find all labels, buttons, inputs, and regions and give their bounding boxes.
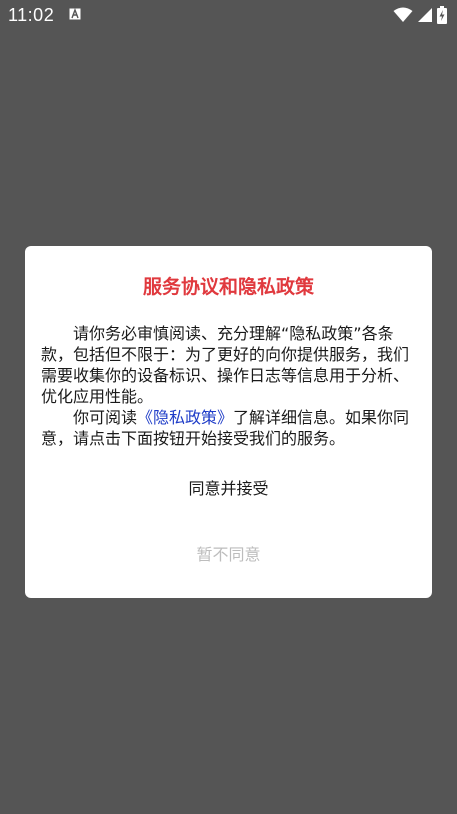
policy-paragraph-2: 你可阅读《隐私政策》了解详细信息。如果你同意，请点击下面按钮开始接受我们的服务。 <box>41 407 417 449</box>
status-time: 11:02 <box>8 5 55 25</box>
wifi-icon <box>393 7 413 22</box>
disagree-button[interactable]: 暂不同意 <box>25 542 432 568</box>
status-icons <box>393 6 447 24</box>
agree-button[interactable]: 同意并接受 <box>25 476 432 502</box>
dialog-title: 服务协议和隐私政策 <box>142 276 314 298</box>
status-bar: 11:02 <box>0 0 457 32</box>
privacy-policy-link[interactable]: 《隐私政策》 <box>137 408 233 427</box>
text-a-icon <box>69 8 81 20</box>
battery-charging-icon <box>437 6 447 24</box>
paragraph-2-prefix: 你可阅读 <box>73 408 138 427</box>
policy-paragraph-1: 请你务必审慎阅读、充分理解“隐私政策”各条款，包括但不限于：为了更好的向你提供服… <box>41 324 410 406</box>
privacy-dialog: 服务协议和隐私政策 请你务必审慎阅读、充分理解“隐私政策”各条款，包括但不限于：… <box>25 246 432 598</box>
dialog-body: 请你务必审慎阅读、充分理解“隐私政策”各条款，包括但不限于：为了更好的向你提供服… <box>41 323 417 449</box>
signal-icon <box>418 8 432 22</box>
